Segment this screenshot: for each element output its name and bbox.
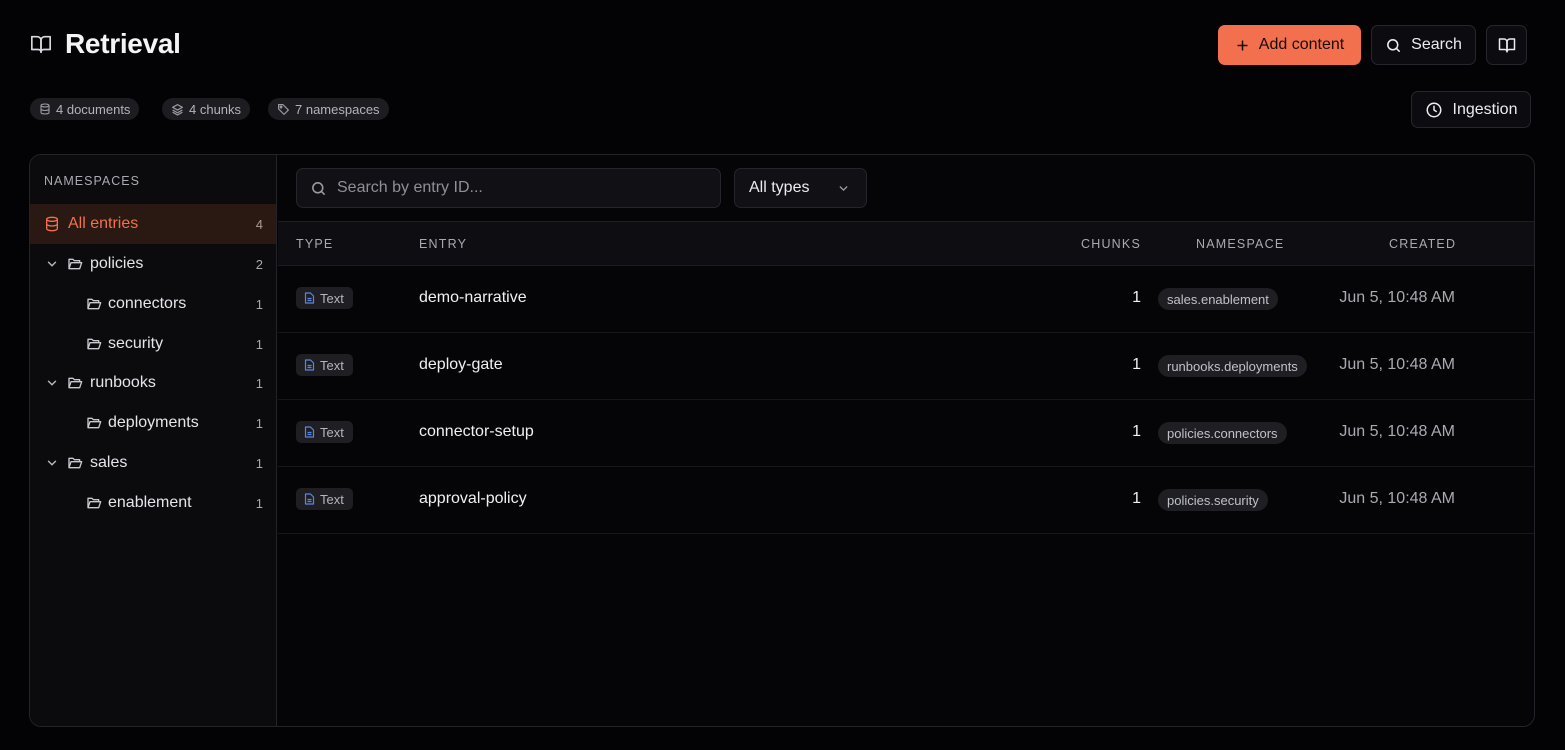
column-header-namespace[interactable]: NAMESPACE (1196, 237, 1284, 251)
chevron-down-icon (837, 182, 850, 195)
namespace-badge: policies.connectors (1158, 422, 1287, 444)
sidebar-item-count: 1 (255, 415, 263, 431)
sidebar-item-sales[interactable]: sales 1 (30, 443, 276, 483)
created-date: Jun 5, 10:48 AM (1339, 490, 1455, 507)
entry-name: demo-narrative (419, 289, 527, 306)
entry-name: approval-policy (419, 490, 527, 507)
sidebar-item-count: 4 (255, 216, 263, 232)
chunk-count: 1 (1132, 289, 1141, 306)
search-button[interactable]: Search (1371, 25, 1476, 65)
table-header: TYPE ENTRY CHUNKS NAMESPACE CREATED (278, 221, 1534, 266)
ingestion-button[interactable]: Ingestion (1411, 91, 1531, 128)
search-icon (1385, 37, 1402, 54)
chunks-count-badge: 4 chunks (162, 98, 251, 120)
sidebar-item-label: sales (90, 454, 128, 471)
created-date: Jun 5, 10:48 AM (1339, 356, 1455, 373)
namespace-badge: sales.enablement (1158, 288, 1278, 310)
entry-name: connector-setup (419, 423, 534, 440)
database-icon (44, 216, 60, 232)
folder-open-icon (86, 415, 102, 431)
add-content-button[interactable]: Add content (1218, 25, 1361, 65)
clock-icon (1425, 101, 1443, 119)
documents-count-badge: 4 documents (30, 98, 140, 120)
sidebar-item-enablement[interactable]: enablement 1 (30, 483, 276, 523)
search-icon (310, 180, 327, 197)
folder-open-icon (86, 296, 102, 312)
type-filter-value: All types (749, 179, 810, 196)
search-label: Search (1411, 36, 1462, 53)
folder-open-icon (86, 336, 102, 352)
sidebar-item-count: 1 (255, 375, 263, 391)
entry-name: deploy-gate (419, 356, 503, 373)
sidebar-item-count: 1 (255, 455, 263, 471)
ingestion-label: Ingestion (1452, 100, 1518, 118)
chunk-count: 1 (1132, 490, 1141, 507)
sidebar-item-policies[interactable]: policies 2 (30, 244, 276, 284)
namespaces-count-badge: 7 namespaces (268, 98, 389, 120)
type-badge: Text (296, 421, 353, 443)
docs-button[interactable] (1486, 25, 1527, 65)
sidebar-item-count: 2 (255, 256, 263, 272)
folder-open-icon (67, 256, 83, 272)
sidebar-item-label: policies (90, 255, 144, 272)
file-text-icon (304, 359, 315, 371)
chunk-count: 1 (1132, 423, 1141, 440)
chunk-count: 1 (1132, 356, 1141, 373)
sidebar-item-label: enablement (108, 494, 192, 511)
sidebar-item-label: All entries (68, 215, 139, 232)
namespace-sidebar: NAMESPACES All entries 4 policies 2 conn… (30, 155, 277, 726)
layers-icon (171, 103, 184, 116)
book-open-icon (1498, 36, 1516, 54)
sidebar-item-security[interactable]: security 1 (30, 324, 276, 364)
sidebar-item-label: security (108, 335, 164, 352)
retrieval-panel: NAMESPACES All entries 4 policies 2 conn… (29, 154, 1535, 727)
chevron-down-icon[interactable] (45, 376, 59, 390)
sidebar-item-deployments[interactable]: deployments 1 (30, 403, 276, 443)
chevron-down-icon[interactable] (45, 257, 59, 271)
plus-icon (1235, 38, 1250, 53)
sidebar-heading: NAMESPACES (44, 174, 140, 188)
chevron-down-icon[interactable] (45, 456, 59, 470)
column-header-entry[interactable]: ENTRY (419, 237, 467, 251)
column-header-created[interactable]: CREATED (1389, 237, 1456, 251)
table-row[interactable]: Text approval-policy 1 policies.security… (278, 467, 1534, 534)
type-badge: Text (296, 287, 353, 309)
type-filter-select[interactable]: All types (734, 168, 867, 208)
sidebar-item-all-entries[interactable]: All entries 4 (30, 204, 276, 244)
sidebar-item-count: 1 (255, 296, 263, 312)
documents-count: 4 documents (56, 101, 131, 117)
database-icon (39, 103, 51, 115)
tag-icon (277, 103, 290, 116)
folder-open-icon (67, 455, 83, 471)
column-header-type[interactable]: TYPE (296, 237, 333, 251)
entry-search-box[interactable] (296, 168, 721, 208)
type-badge: Text (296, 488, 353, 510)
sidebar-item-count: 1 (255, 495, 263, 511)
table-row[interactable]: Text deploy-gate 1 runbooks.deployments … (278, 333, 1534, 400)
entry-search-input[interactable] (337, 179, 697, 197)
created-date: Jun 5, 10:48 AM (1339, 423, 1455, 440)
page-title: Retrieval (65, 28, 181, 59)
sidebar-item-label: deployments (108, 414, 199, 431)
table-row[interactable]: Text connector-setup 1 policies.connecto… (278, 400, 1534, 467)
sidebar-item-connectors[interactable]: connectors 1 (30, 284, 276, 324)
created-date: Jun 5, 10:48 AM (1339, 289, 1455, 306)
folder-open-icon (86, 495, 102, 511)
sidebar-item-label: runbooks (90, 374, 156, 391)
sidebar-item-label: connectors (108, 295, 187, 312)
file-text-icon (304, 426, 315, 438)
table-row[interactable]: Text demo-narrative 1 sales.enablement J… (278, 266, 1534, 333)
column-header-chunks[interactable]: CHUNKS (1081, 237, 1141, 251)
file-text-icon (304, 493, 315, 505)
folder-open-icon (67, 375, 83, 391)
namespaces-count: 7 namespaces (295, 101, 380, 117)
chunks-count: 4 chunks (189, 101, 242, 117)
file-text-icon (304, 292, 315, 304)
add-content-label: Add content (1258, 36, 1345, 53)
sidebar-item-count: 1 (255, 336, 263, 352)
sidebar-item-runbooks[interactable]: runbooks 1 (30, 363, 276, 403)
namespace-badge: policies.security (1158, 489, 1268, 511)
book-open-icon (30, 33, 52, 55)
type-badge: Text (296, 354, 353, 376)
